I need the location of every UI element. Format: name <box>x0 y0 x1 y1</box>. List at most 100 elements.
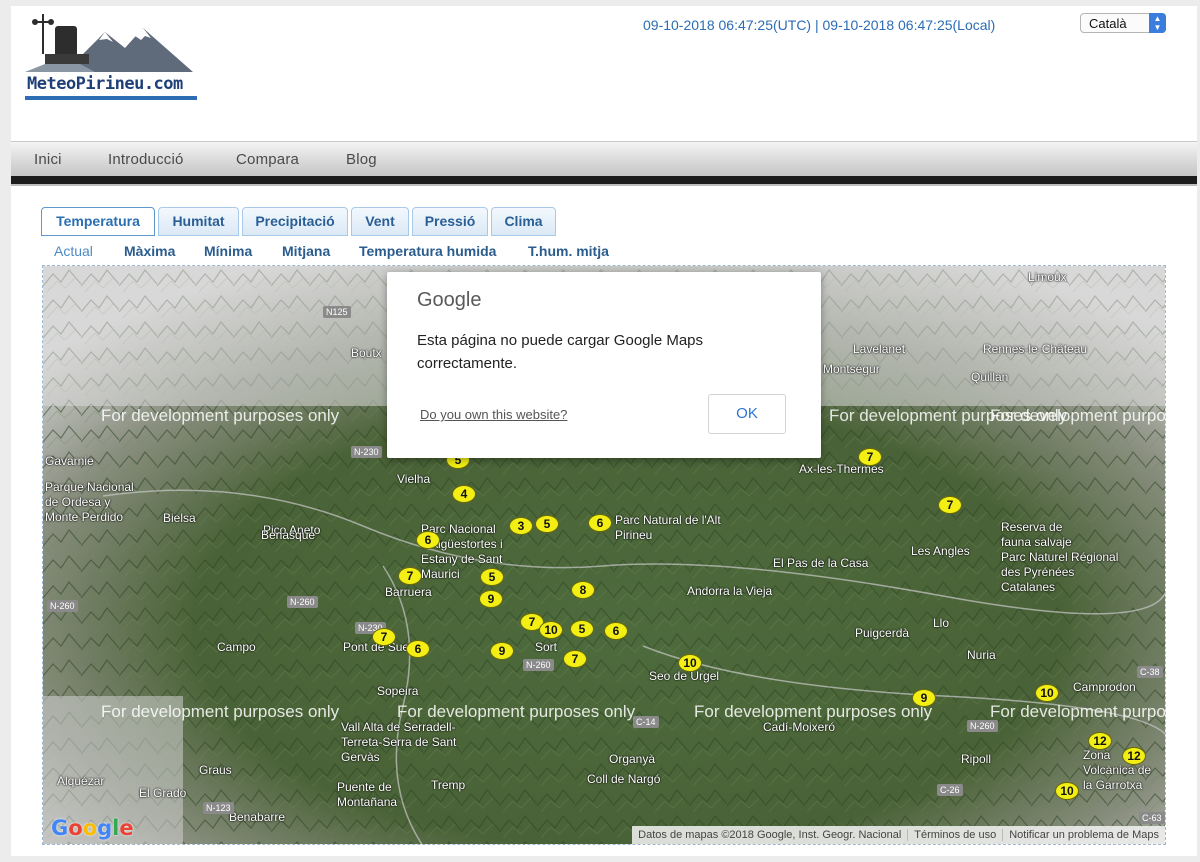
map-place-label: Tremp <box>431 778 466 792</box>
map-place-label: Gavarnie <box>45 454 94 468</box>
subtab-temperatura-humida[interactable]: Temperatura humida <box>359 243 496 259</box>
station-marker[interactable]: 10 <box>678 654 702 672</box>
dev-watermark: For development purposes only <box>694 702 933 721</box>
road-label: C-14 <box>633 716 659 728</box>
station-marker[interactable]: 7 <box>858 448 882 466</box>
map-place-label: Quillan <box>971 370 1009 384</box>
chevron-updown-icon: ▲ ▼ <box>1149 13 1166 33</box>
map-place-label: Campo <box>217 640 256 654</box>
map-place-label: Reserva de fauna salvaje <box>1001 520 1072 549</box>
subtab-minima[interactable]: Mínima <box>204 243 252 259</box>
station-marker[interactable]: 6 <box>406 640 430 658</box>
nav-divider <box>11 176 1197 184</box>
map-place-label: Barruera <box>385 585 432 599</box>
map-place-label: Cadí-Moixeró <box>763 720 836 734</box>
language-select[interactable]: Català ▲ ▼ <box>1080 13 1166 33</box>
station-marker[interactable]: 7 <box>398 567 422 585</box>
map-place-label: Parc Naturel Régional des Pyrénées Catal… <box>1001 550 1119 594</box>
datetime-display: 09-10-2018 06:47:25(UTC) | 09-10-2018 06… <box>643 17 996 33</box>
terms-link[interactable]: Términos de uso <box>907 829 1003 841</box>
road-label: C-26 <box>937 784 963 796</box>
subtab-actual[interactable]: Actual <box>54 243 93 259</box>
maps-error-dialog: Google Esta página no puede cargar Googl… <box>387 272 821 458</box>
map-place-label: Benabarre <box>229 810 286 824</box>
road-label: C-63 <box>1139 812 1165 824</box>
tab-vent[interactable]: Vent <box>351 207 409 236</box>
dev-watermark: For development purposes only <box>101 406 340 425</box>
map-place-label: Ripoll <box>961 752 992 766</box>
road-label: N-260 <box>287 596 318 608</box>
station-marker[interactable]: 6 <box>588 514 612 532</box>
dialog-google-brand: Google <box>417 289 482 311</box>
station-marker[interactable]: 8 <box>571 581 595 599</box>
map-place-label: Montségur <box>823 362 880 376</box>
nav-item-compara[interactable]: Compara <box>236 151 299 168</box>
map-place-label: Rennes-le-Château <box>983 342 1088 356</box>
map-place-label: Les Angles <box>911 544 970 558</box>
station-marker[interactable]: 7 <box>938 496 962 514</box>
ok-button[interactable]: OK <box>708 394 786 434</box>
tab-humitat[interactable]: Humitat <box>158 207 239 236</box>
dev-watermark: For development purposes only <box>101 702 340 721</box>
map-place-label: Alquézar <box>57 774 105 788</box>
map-place-label: Nuria <box>967 648 996 662</box>
language-select-value: Català <box>1089 16 1127 31</box>
road-label: C-38 <box>1137 666 1163 678</box>
dev-watermark: For development purposes only <box>990 702 1166 721</box>
map-place-label: Limoux <box>1028 270 1067 284</box>
map-place-label: Parque Nacional de Ordesa y Monte Perdid… <box>45 480 134 524</box>
station-marker[interactable]: 7 <box>563 650 587 668</box>
station-marker[interactable]: 4 <box>452 485 476 503</box>
tab-temperatura[interactable]: Temperatura <box>41 207 155 236</box>
station-marker[interactable]: 5 <box>570 620 594 638</box>
road-label: N-260 <box>523 659 554 671</box>
google-logo: Google <box>51 816 134 840</box>
subtab-thum-mitja[interactable]: T.hum. mitja <box>528 243 609 259</box>
station-marker[interactable]: 12 <box>1122 747 1146 765</box>
logo-underline <box>25 96 197 100</box>
station-marker[interactable]: 9 <box>479 590 503 608</box>
station-marker[interactable]: 12 <box>1088 732 1112 750</box>
own-website-link[interactable]: Do you own this website? <box>420 407 567 422</box>
station-marker[interactable]: 6 <box>604 622 628 640</box>
page: MeteoPirineu.com 09-10-2018 06:47:25(UTC… <box>11 6 1197 856</box>
map-place-label: Benasque <box>261 528 316 542</box>
map-place-label: Llo <box>933 616 950 630</box>
station-marker[interactable]: 5 <box>535 515 559 533</box>
dev-watermark: For development purposes only <box>990 406 1166 425</box>
tab-clima[interactable]: Clima <box>491 207 556 236</box>
dialog-message: Esta página no puede cargar Google Maps … <box>417 332 704 372</box>
road-label: N-260 <box>47 600 78 612</box>
map-place-label: Lavelanet <box>853 342 906 356</box>
tab-pressio[interactable]: Pressió <box>412 207 488 236</box>
road-label: N-123 <box>203 802 234 814</box>
map-place-label: Boutx <box>351 346 382 360</box>
site-logo[interactable]: MeteoPirineu.com <box>25 14 201 100</box>
station-marker[interactable]: 9 <box>912 689 936 707</box>
map-place-label: Sopeira <box>377 684 419 698</box>
map-place-label: El Pas de la Casa <box>773 556 869 570</box>
subtab-maxima[interactable]: Màxima <box>124 243 175 259</box>
station-marker[interactable]: 10 <box>1055 782 1079 800</box>
station-marker[interactable]: 7 <box>372 628 396 646</box>
map-data-credit: Datos de mapas ©2018 Google, Inst. Geogr… <box>638 829 902 841</box>
map-place-label: Camprodon <box>1073 680 1136 694</box>
nav-item-introduccio[interactable]: Introducció <box>108 151 184 168</box>
station-marker[interactable]: 10 <box>1035 684 1059 702</box>
station-marker[interactable]: 6 <box>416 531 440 549</box>
map-place-label: Puigcerdà <box>855 626 910 640</box>
station-marker[interactable]: 9 <box>490 642 514 660</box>
map-place-label: Organyà <box>609 752 656 766</box>
station-marker[interactable]: 3 <box>509 517 533 535</box>
subtab-mitjana[interactable]: Mitjana <box>282 243 330 259</box>
nav-item-inici[interactable]: Inici <box>34 151 62 168</box>
nav-item-blog[interactable]: Blog <box>346 151 377 168</box>
station-marker[interactable]: 10 <box>539 621 563 639</box>
mountain-logo-icon <box>25 14 193 72</box>
station-marker[interactable]: 5 <box>480 568 504 586</box>
tab-precipitacio[interactable]: Precipitació <box>242 207 348 236</box>
report-problem-link[interactable]: Notificar un problema de Maps <box>1002 829 1165 841</box>
map-place-label: Coll de Nargó <box>587 772 661 786</box>
map-place-label: Puente de Montañana <box>337 780 398 809</box>
map-place-label: Vielha <box>397 472 431 486</box>
